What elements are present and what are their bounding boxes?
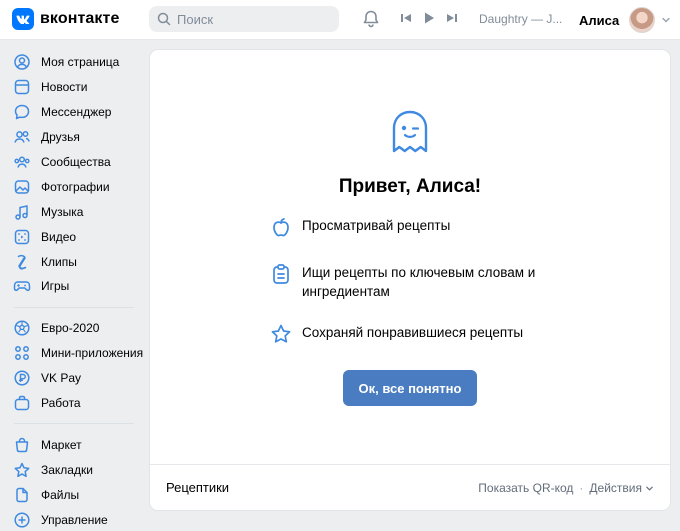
apple-icon: [270, 216, 292, 238]
search-placeholder: Поиск: [177, 11, 214, 27]
friends-icon: [13, 128, 31, 146]
star-icon: [270, 323, 292, 345]
sidebar-item-user-circle[interactable]: Моя страница: [10, 50, 138, 75]
sidebar-item-friends[interactable]: Друзья: [10, 125, 138, 150]
greeting-heading: Привет, Алиса!: [338, 176, 482, 197]
news-icon: [13, 78, 31, 96]
sidebar-item-clips[interactable]: Клипы: [10, 249, 138, 274]
app-name: Рецептики: [166, 480, 230, 495]
sidebar-item-label: Моя страница: [41, 55, 120, 70]
sidebar-item-message[interactable]: Мессенджер: [10, 100, 138, 125]
sidebar-item-label: VK Pay: [41, 371, 82, 386]
app-footer: Рецептики Показать QR-код · Действия: [150, 464, 670, 510]
feature-save: Сохраняй понравившиеся рецепты: [270, 323, 552, 345]
now-playing-track[interactable]: Daughtry — J...: [479, 12, 562, 26]
sidebar-item-label: Клипы: [41, 254, 77, 269]
play-icon[interactable]: [422, 11, 436, 25]
sidebar-item-photo[interactable]: Фотографии: [10, 174, 138, 199]
actions-menu[interactable]: Действия: [589, 481, 654, 495]
sidebar-item-ball[interactable]: Евро-2020: [10, 316, 138, 341]
chevron-down-icon: [645, 484, 654, 493]
sidebar-item-news[interactable]: Новости: [10, 75, 138, 100]
vkpay-icon: [13, 369, 31, 387]
sidebar-item-label: Видео: [41, 229, 77, 244]
search-input[interactable]: Поиск: [149, 6, 339, 32]
avatar: [629, 7, 656, 33]
show-qr-code-link[interactable]: Показать QR-код: [478, 481, 573, 495]
sidebar-item-label: Маркет: [41, 437, 82, 452]
sidebar-item-music[interactable]: Музыка: [10, 199, 138, 224]
sidebar-item-label: Файлы: [41, 487, 80, 502]
audio-player: [400, 11, 468, 25]
ok-got-it-button[interactable]: Ок, все понятно: [343, 370, 477, 406]
sidebar-item-gamepad[interactable]: Игры: [10, 274, 138, 299]
sidebar-item-label: Управление: [41, 512, 108, 527]
message-icon: [13, 103, 31, 121]
sidebar-item-apps[interactable]: Мини-приложения: [10, 341, 143, 366]
sidebar-item-market[interactable]: Маркет: [10, 432, 138, 457]
user-name: Алиса: [579, 12, 620, 28]
next-track-icon[interactable]: [446, 12, 458, 24]
sidebar-item-label: Евро-2020: [41, 321, 100, 336]
top-header: вконтакте Поиск Daughtry — J... Алиса: [0, 0, 680, 40]
apps-icon: [13, 344, 31, 362]
video-icon: [13, 228, 31, 246]
ball-icon: [13, 319, 31, 337]
star-icon: [13, 461, 31, 479]
search-icon: [157, 12, 171, 26]
sidebar-item-star[interactable]: Закладки: [10, 457, 138, 482]
gamepad-icon: [13, 277, 31, 295]
sidebar-item-communities[interactable]: Сообщества: [10, 150, 138, 175]
clips-icon: [13, 253, 31, 271]
manage-icon: [13, 511, 31, 529]
communities-icon: [13, 153, 31, 171]
sidebar-item-label: Фотографии: [41, 179, 110, 194]
sidebar-item-label: Игры: [41, 279, 70, 294]
sidebar-item-briefcase[interactable]: Работа: [10, 391, 138, 416]
music-icon: [13, 203, 31, 221]
chevron-down-icon: [661, 15, 671, 25]
clipboard-list-icon: [270, 263, 292, 285]
previous-track-icon[interactable]: [400, 12, 412, 24]
sidebar-item-file[interactable]: Файлы: [10, 482, 138, 507]
briefcase-icon: [13, 394, 31, 412]
sidebar-item-label: Сообщества: [41, 155, 111, 169]
sidebar-item-manage[interactable]: Управление: [10, 507, 138, 531]
file-icon: [13, 486, 31, 504]
sidebar-item-label: Друзья: [41, 130, 80, 145]
sidebar-divider: [14, 423, 134, 425]
vk-logo[interactable]: вконтакте: [12, 8, 119, 30]
feature-text: Ищи рецепты по ключевым словам и ингреди…: [302, 265, 536, 299]
user-menu[interactable]: Алиса: [579, 7, 671, 33]
sidebar-item-label: Мини-приложения: [41, 346, 144, 361]
sidebar-item-label: Новости: [41, 80, 88, 95]
vk-logo-icon: [12, 8, 34, 30]
photo-icon: [13, 178, 31, 196]
ghost-icon: [389, 109, 431, 158]
notifications-bell-icon[interactable]: [361, 9, 381, 32]
sidebar-divider: [14, 306, 134, 308]
sidebar-item-label: Мессенджер: [41, 105, 112, 120]
sidebar-item-label: Закладки: [41, 462, 93, 477]
market-icon: [13, 436, 31, 454]
feature-text: Просматривай рецепты: [302, 218, 451, 233]
sidebar-item-video[interactable]: Видео: [10, 224, 138, 249]
feature-search: Ищи рецепты по ключевым словам и ингреди…: [270, 263, 552, 301]
feature-browse: Просматривай рецепты: [270, 216, 552, 238]
actions-label: Действия: [589, 481, 642, 495]
sidebar-item-label: Музыка: [41, 204, 84, 219]
app-welcome-card: Привет, Алиса! Просматривай рецепты Ищи …: [150, 50, 670, 510]
separator-dot: ·: [579, 481, 584, 495]
sidebar-item-vkpay[interactable]: VK Pay: [10, 366, 138, 391]
sidebar-item-label: Работа: [41, 396, 81, 411]
logo-text: вконтакте: [40, 10, 120, 27]
feature-text: Сохраняй понравившиеся рецепты: [302, 325, 524, 340]
left-sidebar: Моя страница Новости Мессенджер Друзья Сообщ…: [10, 50, 143, 531]
user-circle-icon: [13, 53, 31, 71]
